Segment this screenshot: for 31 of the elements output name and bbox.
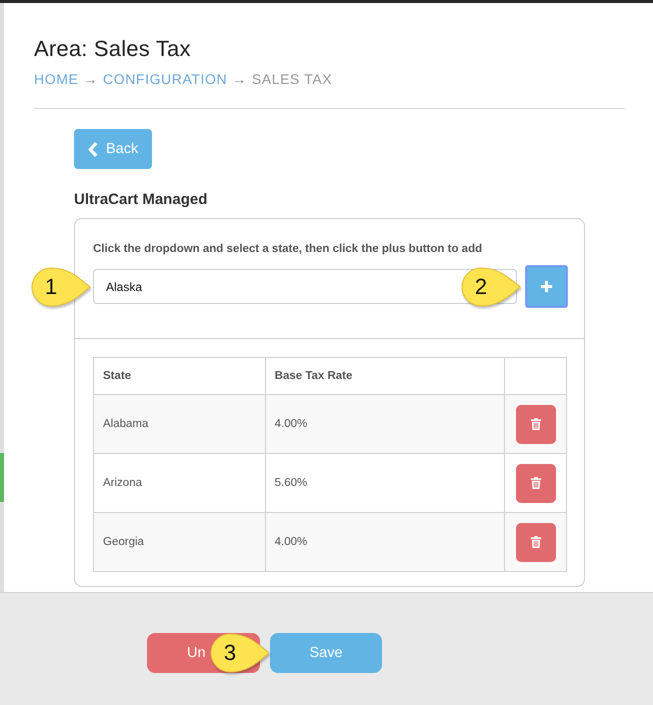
chevron-left-icon [88,142,99,156]
trash-icon [530,476,542,490]
breadcrumb-link[interactable]: HOME [34,70,78,88]
plus-icon [540,280,553,293]
trash-icon [530,417,542,431]
table-cell: 4.00% [265,394,505,454]
page-title: Area: Sales Tax [34,36,192,62]
callout-badge: 1 [29,266,91,308]
delete-button[interactable] [516,464,556,502]
breadcrumb-link[interactable]: CONFIGURATION [103,70,228,88]
column-header: Base Tax Rate [265,358,505,394]
delete-button[interactable] [516,522,556,562]
save-button[interactable]: Save [270,633,382,673]
trash-icon [530,535,542,549]
back-button[interactable]: Back [74,129,152,169]
delete-button[interactable] [516,404,556,444]
callout-badge: 3 [208,632,270,674]
callout-badge: 2 [459,266,521,308]
table-cell: Arizona [94,454,266,512]
table-cell: 5.60% [265,454,505,512]
breadcrumb-separator: → [232,70,247,88]
table-cell: Alabama [94,394,266,454]
add-button[interactable] [526,266,567,307]
edge-marker-icon [0,453,4,502]
column-header: State [94,358,266,394]
table-cell: Georgia [94,512,266,572]
table-cell: 4.00% [265,512,505,572]
breadcrumb-separator: → [83,70,98,88]
breadcrumb-current: SALES TAX [252,70,332,88]
section-title: UltraCart Managed [74,191,208,209]
instruction-text: Click the dropdown and select a state, then click the plus button to add [93,242,484,256]
